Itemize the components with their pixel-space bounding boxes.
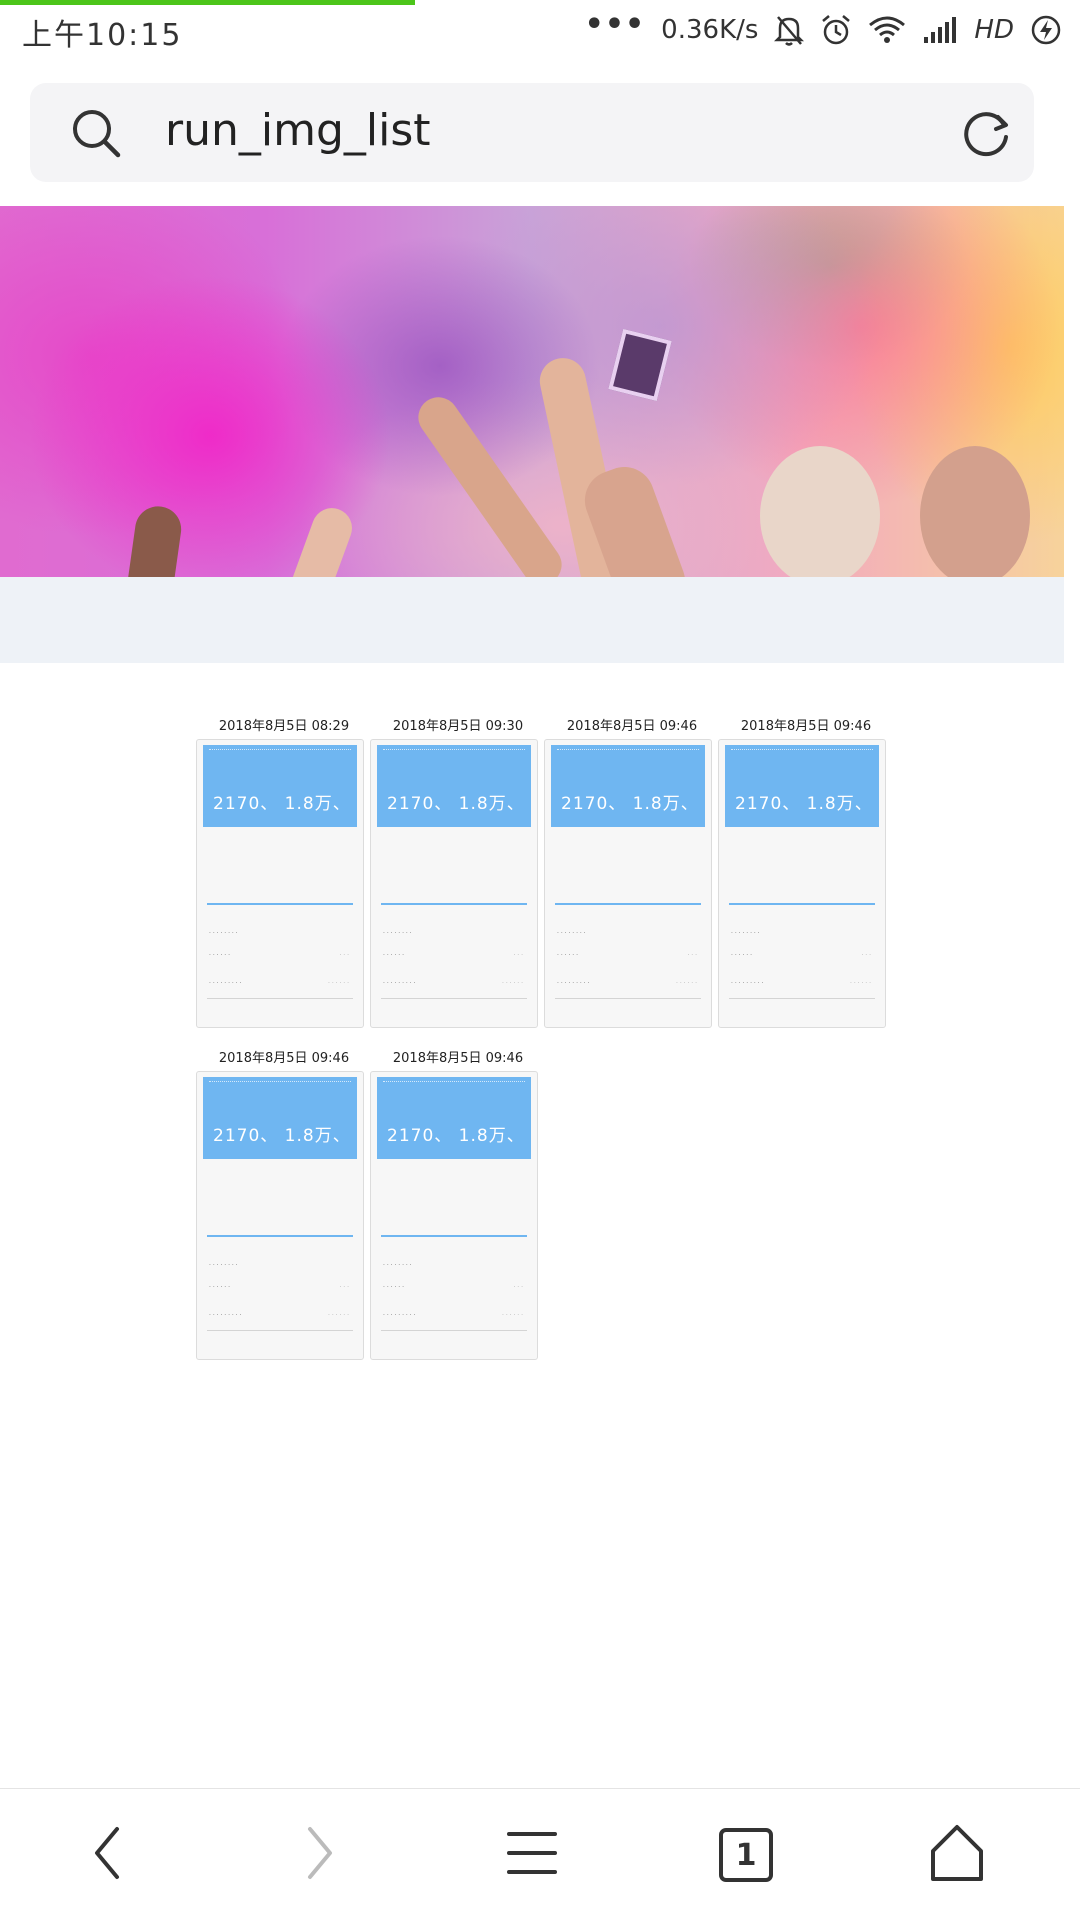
home-button[interactable]: [897, 1789, 1017, 1920]
thumb-stat: 2170、 1.8万、: [387, 1126, 525, 1146]
address-bar[interactable]: run_img_list: [30, 83, 1034, 182]
back-button[interactable]: [47, 1789, 167, 1920]
bottom-navigation: 1: [0, 1788, 1080, 1920]
image-thumbnail[interactable]: 2170、 1.8万、 · · · · · · · · · · · · · · ·…: [544, 739, 712, 1028]
status-time: 上午10:15: [22, 18, 183, 53]
image-date: 2018年8月5日 09:46: [218, 1051, 350, 1066]
thumb-stat: 2170、 1.8万、: [735, 794, 873, 814]
menu-icon: [505, 1826, 559, 1884]
image-date: 2018年8月5日 09:46: [392, 1051, 524, 1066]
search-icon[interactable]: [70, 107, 122, 163]
forward-button[interactable]: [260, 1789, 380, 1920]
wifi-icon: [868, 14, 906, 46]
thumb-stat: 2170、 1.8万、: [213, 794, 351, 814]
tabs-button[interactable]: 1: [686, 1789, 806, 1920]
mute-bell-icon: [774, 13, 805, 47]
forward-icon: [300, 1823, 340, 1887]
image-thumbnail[interactable]: 2170、 1.8万、 · · · · · · · · · · · · · · ·…: [370, 1071, 538, 1360]
image-thumbnail[interactable]: 2170、 1.8万、 · · · · · · · · · · · · · · ·…: [718, 739, 886, 1028]
thumb-stat: 2170、 1.8万、: [387, 794, 525, 814]
status-bar: 上午10:15 ••• 0.36K/s HD: [0, 0, 1080, 62]
image-date: 2018年8月5日 08:29: [218, 719, 350, 734]
refresh-icon[interactable]: [958, 105, 1014, 165]
banner-footer-band: [0, 577, 1064, 663]
image-thumbnail[interactable]: 2170、 1.8万、 · · · · · · · · · · · · · · ·…: [370, 739, 538, 1028]
tab-count: 1: [735, 1837, 757, 1873]
charging-icon: [1030, 14, 1062, 46]
back-icon: [87, 1823, 127, 1887]
image-thumbnail[interactable]: 2170、 1.8万、 · · · · · · · · · · · · · · ·…: [196, 1071, 364, 1360]
image-thumbnail[interactable]: 2170、 1.8万、 · · · · · · · · · · · · · · ·…: [196, 739, 364, 1028]
menu-button[interactable]: [472, 1789, 592, 1920]
signal-icon: [922, 15, 958, 45]
network-speed: 0.36K/s: [661, 15, 759, 45]
banner-image: [0, 206, 1064, 577]
image-date: 2018年8月5日 09:46: [740, 719, 872, 734]
alarm-icon: [820, 13, 852, 47]
thumb-stat: 2170、 1.8万、: [561, 794, 699, 814]
tabs-icon: 1: [718, 1827, 774, 1883]
thumb-stat: 2170、 1.8万、: [213, 1126, 351, 1146]
more-dots: •••: [584, 6, 646, 42]
url-text[interactable]: run_img_list: [165, 105, 431, 156]
home-icon: [927, 1823, 987, 1887]
image-date: 2018年8月5日 09:46: [566, 719, 698, 734]
image-date: 2018年8月5日 09:30: [392, 719, 524, 734]
network-type: HD: [974, 15, 1014, 45]
